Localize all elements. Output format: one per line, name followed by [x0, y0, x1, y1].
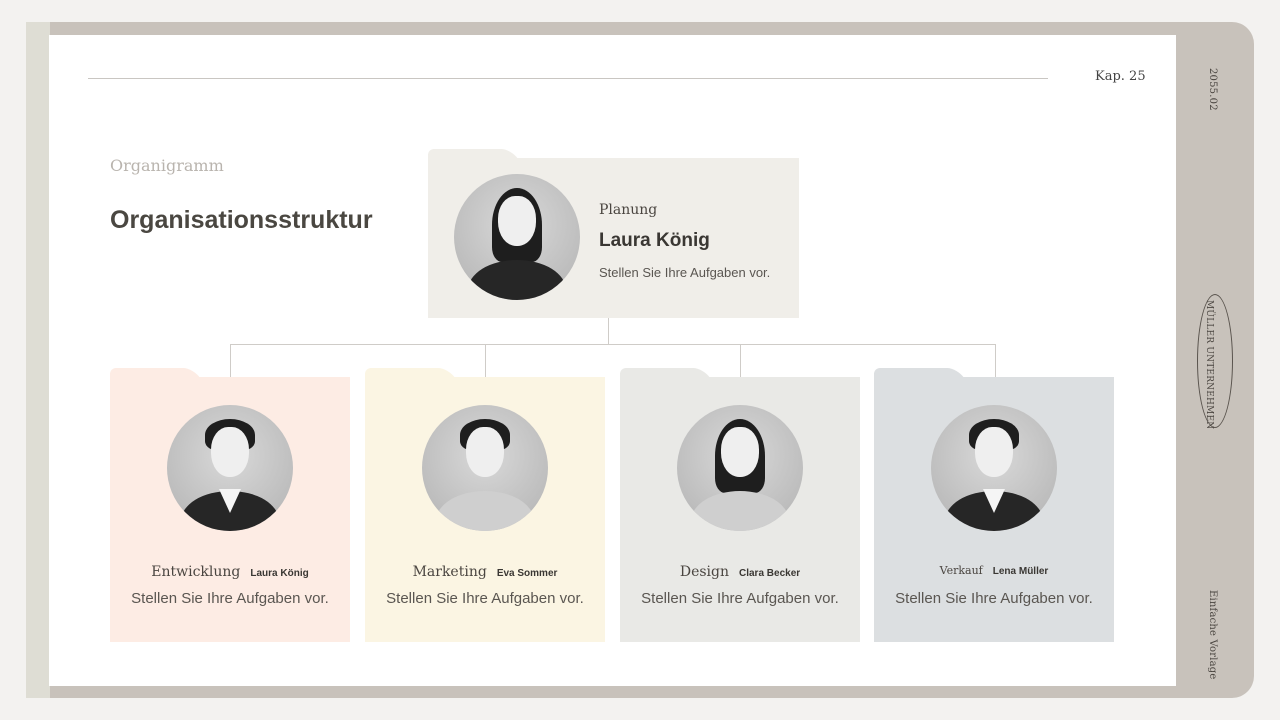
- member-heading: Verkauf Lena Müller: [874, 564, 1114, 577]
- org-card-member: Entwicklung Laura König Stellen Sie Ihre…: [110, 368, 350, 642]
- person-name: Laura König: [250, 568, 309, 579]
- side-date: 2055.02: [1207, 68, 1218, 111]
- role-description: Stellen Sie Ihre Aufgaben vor.: [599, 265, 771, 280]
- avatar-head: [721, 427, 759, 477]
- department-label: Entwicklung: [151, 564, 241, 580]
- side-template: Einfache Vorlage: [1207, 590, 1218, 680]
- avatar-shoulders: [691, 491, 789, 531]
- role-description: Stellen Sie Ihre Aufgaben vor.: [386, 590, 584, 607]
- avatar: [167, 405, 293, 531]
- org-card-member: Design Clara Becker Stellen Sie Ihre Auf…: [620, 368, 860, 642]
- section-eyebrow: Organigramm: [110, 156, 224, 175]
- connector-trunk: [608, 318, 609, 345]
- avatar-head: [975, 427, 1013, 477]
- chapter-label: Kap. 25: [1095, 69, 1146, 84]
- role-description: Stellen Sie Ihre Aufgaben vor.: [895, 590, 1093, 607]
- avatar: [931, 405, 1057, 531]
- avatar-shoulders: [436, 491, 534, 531]
- slide-frame-left-strip: [26, 22, 50, 698]
- role-description: Stellen Sie Ihre Aufgaben vor.: [641, 590, 839, 607]
- member-heading: Entwicklung Laura König: [110, 564, 350, 580]
- org-card-member: Marketing Eva Sommer Stellen Sie Ihre Au…: [365, 368, 605, 642]
- avatar: [422, 405, 548, 531]
- side-company: MÜLLER UNTERNEHMEN: [1204, 300, 1214, 430]
- company-ellipse: [1197, 294, 1233, 428]
- avatar-head: [498, 196, 536, 246]
- department-label: Marketing: [412, 564, 487, 580]
- org-card-top: Planung Laura König Stellen Sie Ihre Auf…: [428, 149, 799, 318]
- person-name: Laura König: [599, 230, 710, 251]
- org-card-member: Verkauf Lena Müller Stellen Sie Ihre Auf…: [874, 368, 1114, 642]
- avatar: [454, 174, 580, 300]
- avatar-shoulders: [468, 260, 566, 300]
- person-name: Clara Becker: [739, 568, 801, 579]
- page-title: Organisationsstruktur: [110, 206, 373, 234]
- header-rule: [88, 78, 1048, 79]
- role-description: Stellen Sie Ihre Aufgaben vor.: [131, 590, 329, 607]
- avatar-head: [466, 427, 504, 477]
- person-name: Eva Sommer: [496, 568, 558, 579]
- department-label: Planung: [599, 202, 658, 218]
- person-name: Lena Müller: [992, 566, 1049, 577]
- connector-horizontal: [230, 344, 995, 345]
- avatar: [677, 405, 803, 531]
- department-label: Verkauf: [939, 564, 983, 577]
- department-label: Design: [679, 564, 729, 580]
- member-heading: Design Clara Becker: [620, 564, 860, 580]
- member-heading: Marketing Eva Sommer: [365, 564, 605, 580]
- avatar-head: [211, 427, 249, 477]
